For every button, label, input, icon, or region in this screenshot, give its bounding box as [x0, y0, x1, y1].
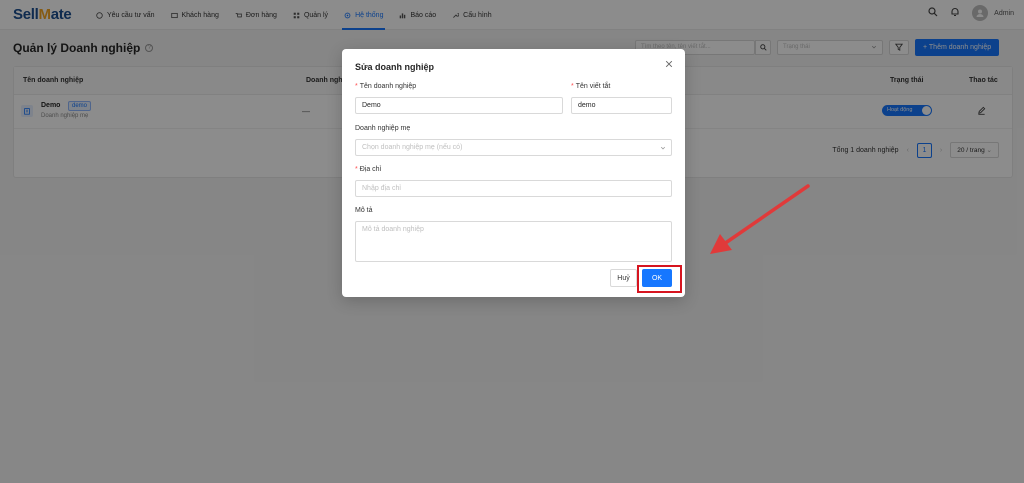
description-label: Mô tả — [355, 207, 373, 214]
business-name-label: * Tên doanh nghiệp — [355, 83, 417, 90]
address-input[interactable]: Nhập địa chỉ — [355, 180, 672, 197]
close-icon[interactable] — [665, 59, 673, 71]
label-text: Tên doanh nghiệp — [359, 83, 417, 90]
parent-select-placeholder: Chọn doanh nghiệp mẹ (nếu có) — [362, 144, 463, 151]
short-name-input[interactable]: demo — [571, 97, 672, 114]
parent-business-select[interactable]: Chọn doanh nghiệp mẹ (nếu có) — [355, 139, 672, 156]
parent-business-label: Doanh nghiệp mẹ — [355, 125, 411, 132]
label-text: Địa chỉ — [359, 166, 382, 173]
cancel-button[interactable]: Huỷ — [610, 269, 637, 287]
business-name-input[interactable]: Demo — [355, 97, 563, 114]
description-textarea[interactable]: Mô tả doanh nghiệp — [355, 221, 672, 262]
address-label: * Địa chỉ — [355, 166, 382, 173]
annotation-arrow — [710, 184, 810, 254]
label-text: Tên viết tắt — [575, 83, 611, 90]
ok-highlight-box — [637, 265, 682, 293]
modal-title: Sửa doanh nghiệp — [355, 62, 435, 72]
edit-business-modal: Sửa doanh nghiệp * Tên doanh nghiệp Demo … — [342, 49, 685, 297]
short-name-label: * Tên viết tắt — [571, 83, 611, 90]
chevron-down-icon — [660, 145, 666, 153]
